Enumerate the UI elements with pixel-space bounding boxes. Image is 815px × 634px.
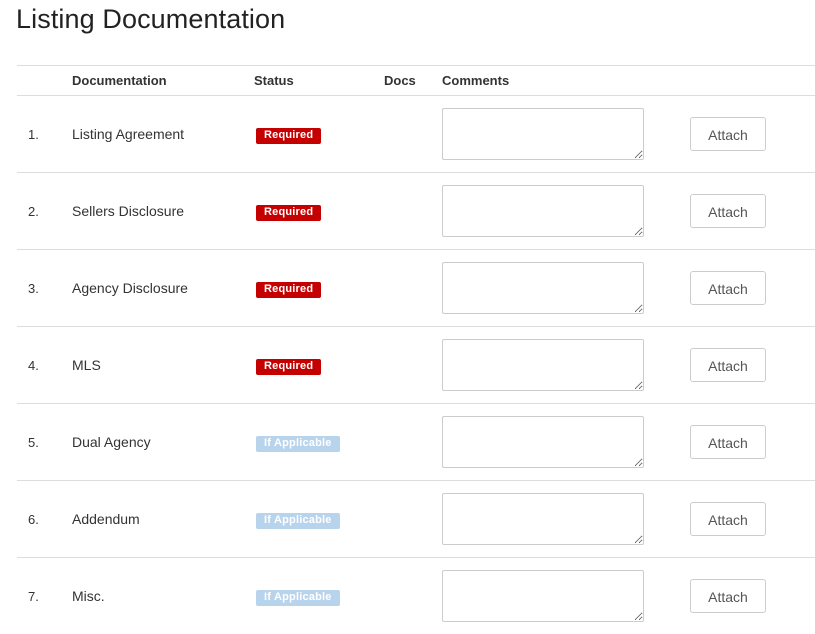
comments-textarea[interactable]: [442, 493, 644, 545]
status-badge: Required: [256, 128, 321, 144]
header-number: [17, 66, 72, 96]
table-row: 2. Sellers Disclosure Required Attach: [17, 173, 815, 250]
action-cell: Attach: [690, 250, 815, 327]
table-header-row: Documentation Status Docs Comments: [17, 66, 815, 96]
row-number: 5.: [17, 404, 72, 481]
comments-textarea[interactable]: [442, 339, 644, 391]
status-cell: If Applicable: [254, 404, 384, 481]
attach-button[interactable]: Attach: [690, 117, 766, 151]
action-cell: Attach: [690, 327, 815, 404]
table-row: 1. Listing Agreement Required Attach: [17, 96, 815, 173]
docs-cell: [384, 96, 442, 173]
header-action: [690, 66, 815, 96]
action-cell: Attach: [690, 96, 815, 173]
document-name: Agency Disclosure: [72, 250, 254, 327]
comments-textarea[interactable]: [442, 185, 644, 237]
page-title: Listing Documentation: [16, 4, 285, 35]
document-name: Listing Agreement: [72, 96, 254, 173]
action-cell: Attach: [690, 404, 815, 481]
document-name: Addendum: [72, 481, 254, 558]
attach-button[interactable]: Attach: [690, 194, 766, 228]
comments-cell: [442, 404, 690, 481]
header-docs: Docs: [384, 66, 442, 96]
action-cell: Attach: [690, 173, 815, 250]
row-number: 1.: [17, 96, 72, 173]
comments-textarea[interactable]: [442, 416, 644, 468]
table-row: 7. Misc. If Applicable Attach: [17, 558, 815, 634]
attach-button[interactable]: Attach: [690, 348, 766, 382]
docs-cell: [384, 250, 442, 327]
docs-cell: [384, 481, 442, 558]
documentation-table: Documentation Status Docs Comments 1. Li…: [17, 65, 815, 634]
action-cell: Attach: [690, 558, 815, 634]
status-cell: Required: [254, 173, 384, 250]
comments-cell: [442, 558, 690, 634]
status-cell: If Applicable: [254, 558, 384, 634]
table-row: 4. MLS Required Attach: [17, 327, 815, 404]
status-badge: Required: [256, 359, 321, 375]
status-cell: Required: [254, 327, 384, 404]
status-cell: Required: [254, 96, 384, 173]
comments-textarea[interactable]: [442, 108, 644, 160]
comments-cell: [442, 327, 690, 404]
attach-button[interactable]: Attach: [690, 502, 766, 536]
docs-cell: [384, 173, 442, 250]
attach-button[interactable]: Attach: [690, 579, 766, 613]
comments-textarea[interactable]: [442, 262, 644, 314]
table-row: 6. Addendum If Applicable Attach: [17, 481, 815, 558]
header-documentation: Documentation: [72, 66, 254, 96]
status-cell: Required: [254, 250, 384, 327]
comments-cell: [442, 96, 690, 173]
table-row: 3. Agency Disclosure Required Attach: [17, 250, 815, 327]
document-name: Dual Agency: [72, 404, 254, 481]
status-badge: If Applicable: [256, 436, 340, 452]
row-number: 3.: [17, 250, 72, 327]
status-badge: If Applicable: [256, 513, 340, 529]
status-badge: Required: [256, 205, 321, 221]
document-name: Sellers Disclosure: [72, 173, 254, 250]
row-number: 2.: [17, 173, 72, 250]
status-cell: If Applicable: [254, 481, 384, 558]
comments-cell: [442, 481, 690, 558]
document-name: Misc.: [72, 558, 254, 634]
comments-textarea[interactable]: [442, 570, 644, 622]
comments-cell: [442, 250, 690, 327]
row-number: 4.: [17, 327, 72, 404]
attach-button[interactable]: Attach: [690, 271, 766, 305]
status-badge: If Applicable: [256, 590, 340, 606]
comments-cell: [442, 173, 690, 250]
action-cell: Attach: [690, 481, 815, 558]
docs-cell: [384, 404, 442, 481]
status-badge: Required: [256, 282, 321, 298]
row-number: 7.: [17, 558, 72, 634]
table-row: 5. Dual Agency If Applicable Attach: [17, 404, 815, 481]
header-comments: Comments: [442, 66, 690, 96]
header-status: Status: [254, 66, 384, 96]
row-number: 6.: [17, 481, 72, 558]
docs-cell: [384, 327, 442, 404]
attach-button[interactable]: Attach: [690, 425, 766, 459]
docs-cell: [384, 558, 442, 634]
document-name: MLS: [72, 327, 254, 404]
